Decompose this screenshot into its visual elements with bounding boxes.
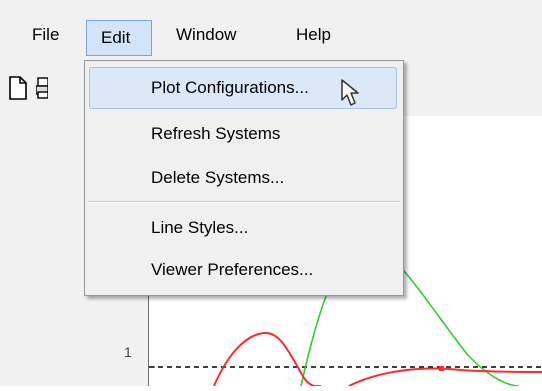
menu-item-refresh-systems[interactable]: Refresh Systems (85, 113, 403, 155)
menu-file[interactable]: File (18, 18, 73, 54)
y-tick-label: 1 (124, 344, 132, 360)
red-curve (213, 331, 322, 388)
new-document-icon[interactable] (8, 76, 28, 105)
menu-item-delete-systems[interactable]: Delete Systems... (85, 157, 403, 199)
print-icon[interactable] (35, 76, 49, 105)
menu-separator (88, 201, 400, 203)
mouse-pointer-icon (340, 78, 364, 113)
menu-item-line-styles[interactable]: Line Styles... (85, 207, 403, 249)
menu-bar: File Edit Window Help (0, 0, 542, 62)
menu-help[interactable]: Help (282, 18, 345, 54)
menu-item-viewer-preferences[interactable]: Viewer Preferences... (85, 249, 403, 291)
menu-window[interactable]: Window (162, 18, 250, 54)
red-curve-2 (348, 367, 542, 387)
menu-edit[interactable]: Edit (86, 20, 152, 56)
